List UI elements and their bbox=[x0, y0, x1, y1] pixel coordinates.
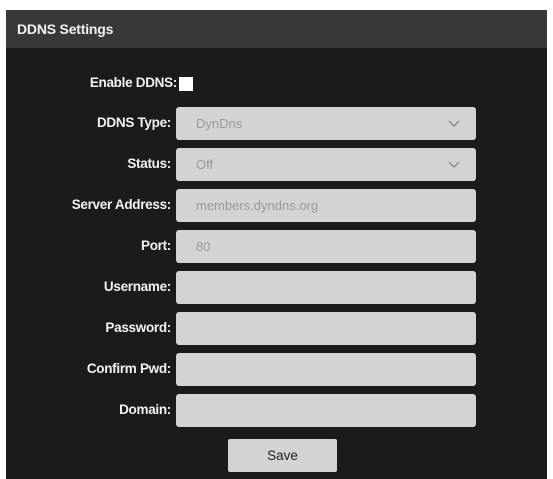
chevron-down-icon bbox=[448, 161, 460, 168]
ddns-type-label: DDNS Type: bbox=[96, 115, 171, 130]
username-input[interactable] bbox=[176, 271, 476, 304]
confirm-pwd-label: Confirm Pwd: bbox=[86, 361, 171, 376]
port-field[interactable]: 80 bbox=[176, 230, 476, 263]
enable-ddns-checkbox[interactable] bbox=[179, 77, 193, 91]
domain-label: Domain: bbox=[119, 402, 171, 417]
confirm-pwd-input[interactable] bbox=[176, 353, 476, 386]
server-address-value: members.dyndns.org bbox=[196, 198, 319, 213]
save-button[interactable]: Save bbox=[228, 439, 337, 472]
panel-title: DDNS Settings bbox=[17, 21, 114, 37]
panel-header: DDNS Settings bbox=[6, 10, 547, 48]
ddns-settings-panel: DDNS Settings Enable DDNS: DDNS Type: Dy… bbox=[6, 10, 547, 479]
status-select[interactable]: Off bbox=[176, 148, 476, 181]
ddns-type-value: DynDns bbox=[196, 116, 243, 131]
username-label: Username: bbox=[103, 279, 171, 294]
server-address-field[interactable]: members.dyndns.org bbox=[176, 189, 476, 222]
status-value: Off bbox=[196, 157, 214, 172]
status-label: Status: bbox=[127, 156, 171, 171]
server-address-label: Server Address: bbox=[71, 197, 172, 212]
password-label: Password: bbox=[105, 320, 171, 335]
ddns-type-select[interactable]: DynDns bbox=[176, 107, 476, 140]
port-label: Port: bbox=[141, 238, 171, 253]
domain-input[interactable] bbox=[176, 394, 476, 427]
enable-ddns-label: Enable DDNS: bbox=[89, 75, 177, 90]
port-value: 80 bbox=[196, 239, 211, 254]
password-input[interactable] bbox=[176, 312, 476, 345]
chevron-down-icon bbox=[448, 120, 460, 127]
